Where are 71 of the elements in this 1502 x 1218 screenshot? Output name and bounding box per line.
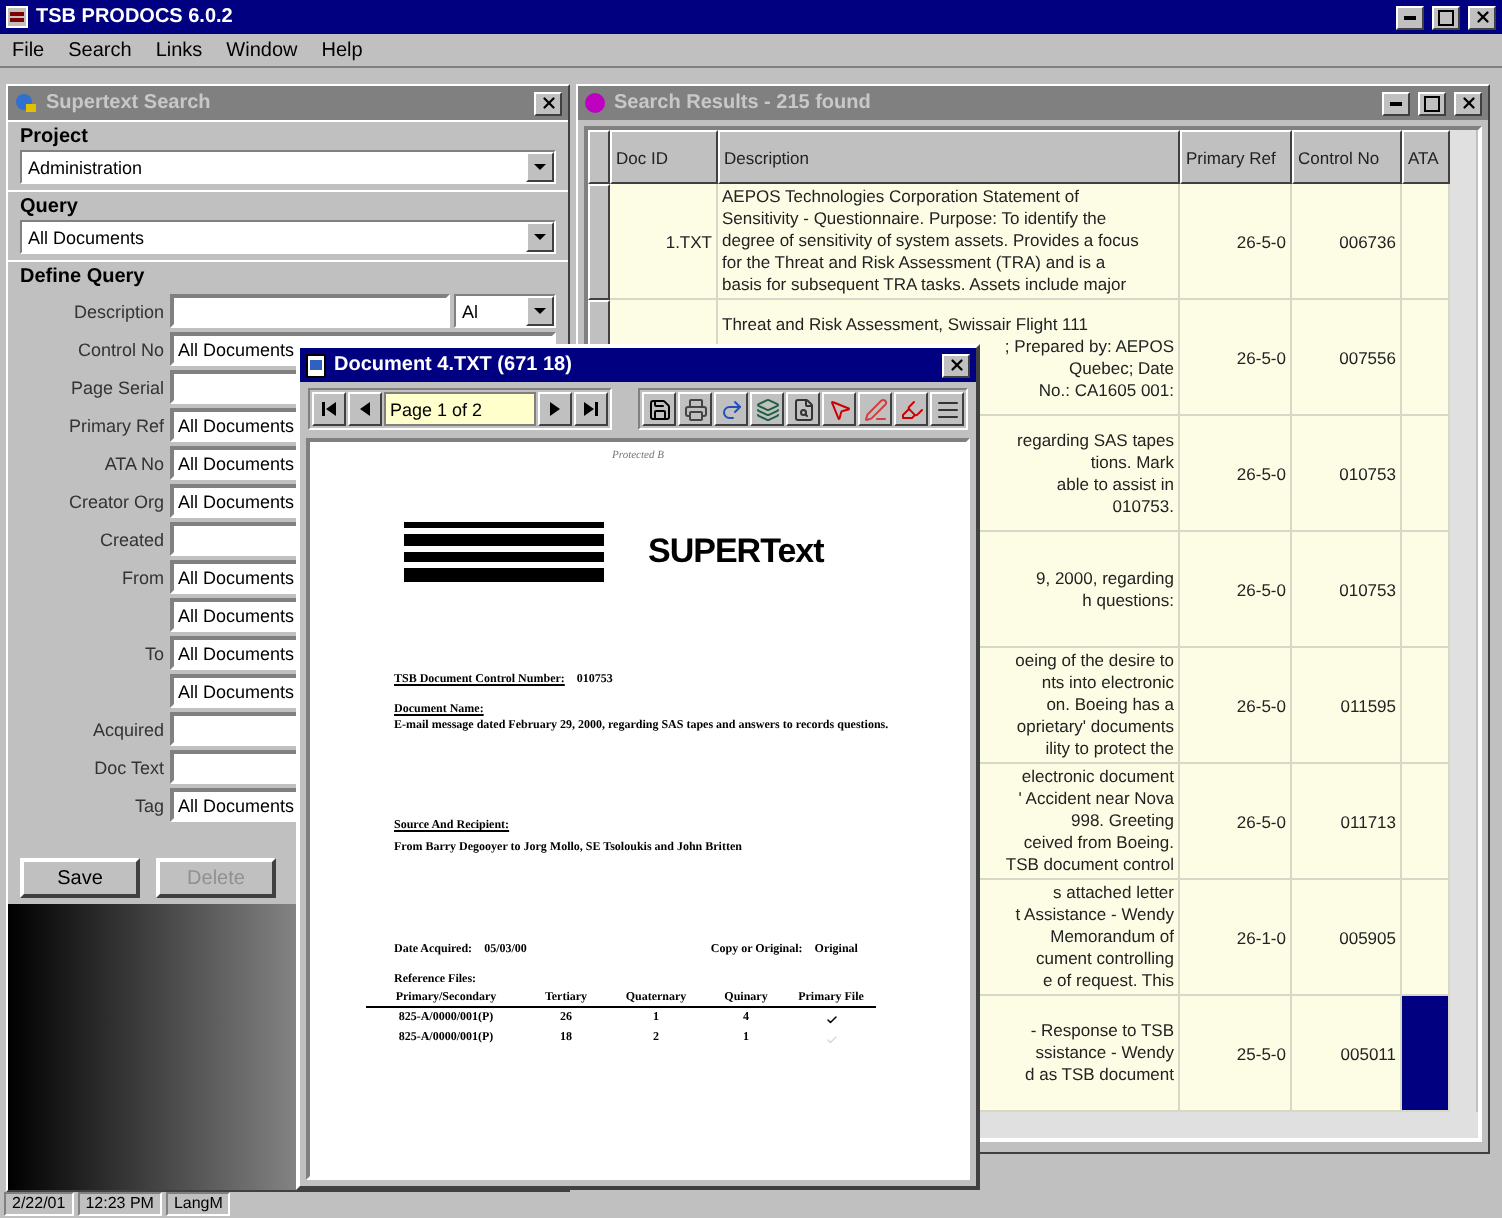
description-line: for the Threat and Risk Assessment (TRA) and is a (722, 252, 1106, 274)
table-cell: 006736 (1292, 184, 1402, 300)
panel-title: Supertext Search (46, 92, 213, 114)
description-line: on. Boeing has a (1046, 694, 1174, 716)
status-text: 12:23 PM (77, 1192, 162, 1216)
description-line: able to assist in (1056, 473, 1174, 495)
field-label: From (120, 567, 164, 587)
description-line: tions. Mark (1090, 451, 1174, 473)
table-cell: 26-5-0 (1180, 184, 1292, 300)
field-label: To (142, 643, 164, 663)
description-line: h questions: (1082, 589, 1174, 611)
table-cell: 26-5-0 (1180, 648, 1292, 764)
table-cell: 011713 (1292, 764, 1402, 880)
description-line: 9, 2000, regarding (1036, 567, 1174, 589)
description-line: Memorandum of (1050, 926, 1174, 948)
field-label: Page Serial (68, 377, 164, 397)
description-line: oprietary' documents (1016, 716, 1174, 738)
table-cell: 26-5-0 (1180, 764, 1292, 880)
field-label: Description (71, 301, 164, 321)
description-line: No.: CA1605 001: (1038, 379, 1174, 401)
panel-title: Search Results - 215 found (614, 92, 873, 114)
description-line: cument controlling (1036, 948, 1174, 970)
description-line: Threat and Risk Assessment, Swissair Flight 111 (722, 313, 1088, 335)
description-line: s attached letter (1053, 882, 1174, 904)
app-title: TSB PRODOCS 6.0.2 (36, 6, 235, 28)
description-line: TSB document control (1005, 854, 1174, 876)
description-line: degree of sensitivity of system assets. Provides a focus (722, 230, 1139, 252)
description-line: ; Prepared by: AEPOS (1004, 335, 1174, 357)
table-cell: 1.TXT (610, 184, 718, 300)
field-label: Primary Ref (66, 415, 164, 435)
field-label: Control No (75, 339, 164, 359)
description-line: nts into electronic (1041, 672, 1174, 694)
description-line: ssistance - Wendy (1035, 1042, 1174, 1064)
description-line: t Assistance - Wendy (1015, 904, 1174, 926)
table-cell: 005905 (1292, 880, 1402, 996)
table-cell: 26-1-0 (1180, 880, 1292, 996)
description-line: 998. Greeting (1070, 810, 1174, 832)
description-line: d as TSB document (1025, 1064, 1174, 1086)
description-line: basis for subsequent TRA tasks. Assets include major (722, 274, 1127, 296)
description-line: - Response to TSB (1030, 1020, 1174, 1042)
description-line: ility to protect the (1045, 738, 1174, 760)
table-cell: 25-5-0 (1180, 996, 1292, 1112)
description-line: AEPOS Technologies Corporation Statement of (722, 186, 1079, 208)
table-cell: 26-5-0 (1180, 532, 1292, 648)
description-line: ' Accident near Nova (1018, 788, 1174, 810)
table-cell: 010753 (1292, 416, 1402, 532)
table-cell: 005011 (1292, 996, 1402, 1112)
field-label: Tag (132, 795, 164, 815)
description-line: 010753. (1112, 495, 1174, 517)
field-label: Created (97, 529, 164, 549)
description-line: oeing of the desire to (1015, 650, 1174, 672)
field-label: Acquired (90, 719, 164, 739)
table-cell: 010753 (1292, 532, 1402, 648)
field-label: Doc Text (92, 757, 164, 777)
document-title: Document 4.TXT (671 18) (334, 354, 574, 376)
status-text: LangM (165, 1192, 231, 1216)
section-label: Define Query (8, 260, 568, 290)
description-line: e of request. This (1042, 970, 1174, 992)
description-line: Sensitivity - Questionnaire. Purpose: To identify the (722, 208, 1107, 230)
table-cell: 26-5-0 (1180, 416, 1292, 532)
description-line: regarding SAS tapes (1017, 429, 1174, 451)
table-cell: 007556 (1292, 300, 1402, 416)
table-cell: 011595 (1292, 648, 1402, 764)
description-line: Quebec; Date (1069, 357, 1174, 379)
field-label: ATA No (102, 453, 164, 473)
description-line: ceived from Boeing. (1023, 832, 1174, 854)
description-line: electronic document (1021, 766, 1174, 788)
logo-text: SUPERText (648, 532, 824, 572)
status-text: 2/22/01 (4, 1192, 74, 1216)
field-label: Creator Org (66, 491, 164, 511)
table-cell: 26-5-0 (1180, 300, 1292, 416)
